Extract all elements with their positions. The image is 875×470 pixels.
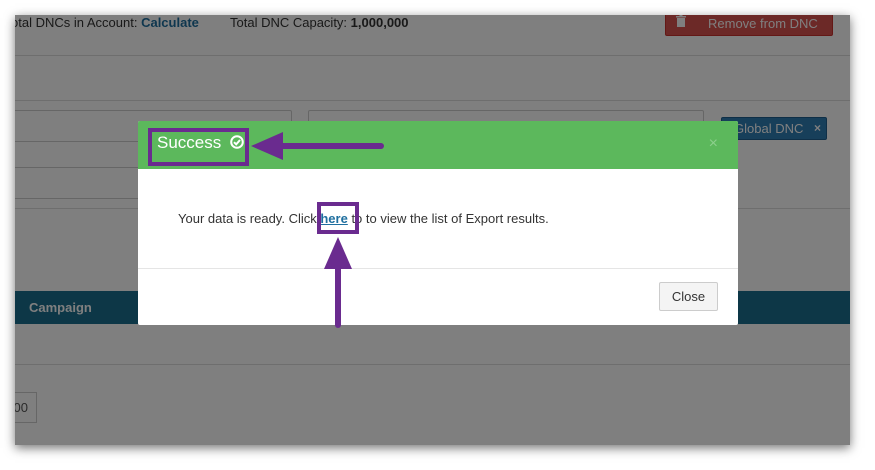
modal-message: Your data is ready. Click here to to vie… bbox=[178, 211, 549, 226]
screenshot-frame: otal DNCs in Account: Calculate Total DN… bbox=[15, 15, 850, 445]
close-button[interactable]: Close bbox=[659, 282, 718, 311]
link-highlight-box bbox=[317, 202, 359, 234]
modal-footer-divider bbox=[138, 268, 738, 269]
title-highlight-box bbox=[148, 128, 249, 166]
message-after: to to view the list of Export results. bbox=[347, 211, 549, 226]
close-icon[interactable]: × bbox=[709, 135, 718, 153]
message-before: Your data is ready. Click bbox=[178, 211, 321, 226]
